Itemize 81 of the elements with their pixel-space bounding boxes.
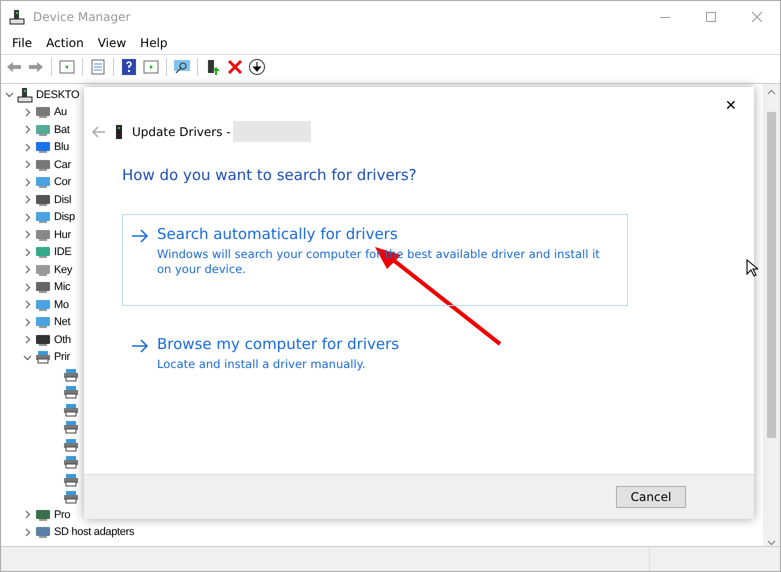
printer-icon — [35, 350, 51, 364]
scroll-down-icon[interactable] — [767, 538, 776, 546]
tree-item[interactable]: Bat — [54, 124, 70, 136]
option-description: Locate and install a driver manually. — [157, 357, 366, 372]
arrow-right-icon — [131, 339, 149, 353]
window-pane-icon[interactable] — [142, 58, 160, 76]
help-icon[interactable] — [120, 58, 138, 76]
tree-item[interactable]: Disp — [54, 211, 75, 224]
device-icon — [35, 524, 51, 540]
printer-icon — [63, 402, 79, 417]
option-title: Browse my computer for drivers — [157, 335, 400, 353]
properties-icon[interactable] — [89, 58, 107, 76]
device-icon — [35, 244, 51, 260]
download-icon[interactable] — [248, 58, 266, 76]
option-title: Search automatically for drivers — [157, 225, 399, 243]
computer-icon — [9, 8, 25, 24]
delete-icon[interactable] — [226, 58, 244, 76]
tree-item[interactable]: Pro — [54, 508, 70, 521]
cancel-button[interactable]: Cancel — [616, 486, 686, 508]
device-icon — [114, 124, 124, 140]
scroll-up-icon[interactable] — [767, 88, 776, 96]
chevron-right-icon[interactable] — [23, 160, 32, 170]
tree-item[interactable]: Blu — [54, 141, 69, 154]
chevron-right-icon[interactable] — [23, 142, 32, 152]
chevron-right-icon[interactable] — [23, 248, 32, 257]
search-option[interactable]: Browse my computer for drivers Locate and install a driver manually. — [122, 324, 628, 401]
printer-icon — [63, 455, 79, 470]
chevron-right-icon[interactable] — [23, 195, 32, 204]
chevron-right-icon[interactable] — [23, 300, 32, 310]
printer-icon — [63, 385, 79, 400]
chevron-right-icon[interactable] — [23, 212, 32, 222]
tree-item[interactable]: IDE — [54, 246, 72, 258]
printer-icon — [63, 490, 79, 504]
chevron-down-icon[interactable] — [23, 352, 32, 362]
scrollbar[interactable] — [763, 84, 780, 546]
menu-item[interactable]: Action — [39, 36, 91, 50]
device-icon — [35, 314, 51, 330]
tree-root[interactable]: DESKTO — [36, 88, 80, 101]
chevron-right-icon[interactable] — [23, 318, 32, 327]
computer-icon — [17, 86, 33, 103]
device-icon — [35, 174, 51, 190]
chevron-right-icon[interactable] — [23, 528, 32, 537]
chevron-right-icon[interactable] — [23, 178, 32, 187]
close-button[interactable]: ✕ — [716, 93, 746, 117]
chevron-right-icon[interactable] — [23, 230, 32, 240]
chevron-right-icon[interactable] — [23, 335, 32, 344]
arrow-right-icon — [131, 229, 149, 243]
chevron-right-icon[interactable] — [23, 125, 32, 134]
tree-item[interactable]: Key — [54, 264, 72, 276]
menu-item[interactable]: Help — [133, 36, 175, 50]
tree-item[interactable]: Net — [54, 316, 70, 328]
printer-icon — [63, 368, 79, 382]
tree-item[interactable]: Au — [54, 106, 67, 118]
device-icon — [35, 139, 51, 156]
dialog-title: Update Drivers - — [132, 124, 231, 138]
window-title: Device Manager — [33, 10, 132, 24]
monitor-search-icon[interactable] — [173, 58, 191, 76]
window-pane-icon[interactable] — [58, 58, 76, 76]
device-icon — [35, 279, 51, 296]
printer-icon — [63, 438, 79, 452]
tree-item[interactable]: Hur — [54, 228, 71, 241]
tree-item[interactable]: Oth — [54, 334, 71, 346]
device-icon — [35, 209, 51, 226]
tree-item[interactable]: Prir — [54, 351, 70, 364]
tree-item[interactable]: Car — [54, 158, 71, 171]
tree-item[interactable]: Cor — [54, 176, 71, 188]
device-icon — [35, 104, 51, 120]
tree-item[interactable]: Disl — [54, 194, 72, 206]
printer-icon — [63, 472, 79, 487]
tree-item[interactable]: Mo — [54, 298, 69, 311]
menu-item[interactable]: File — [5, 36, 40, 50]
menu-item[interactable]: View — [90, 36, 134, 50]
chevron-right-icon[interactable] — [23, 510, 32, 520]
chevron-right-icon[interactable] — [23, 265, 32, 274]
dialog-heading: How do you want to search for drivers? — [122, 166, 418, 184]
tree-item[interactable]: SD host adapters — [54, 526, 134, 538]
tree-item[interactable]: Mic — [54, 281, 70, 294]
chevron-down-icon[interactable] — [5, 90, 14, 100]
chevron-right-icon[interactable] — [23, 282, 32, 292]
chevron-right-icon[interactable] — [23, 108, 32, 117]
printer-icon — [63, 420, 79, 434]
